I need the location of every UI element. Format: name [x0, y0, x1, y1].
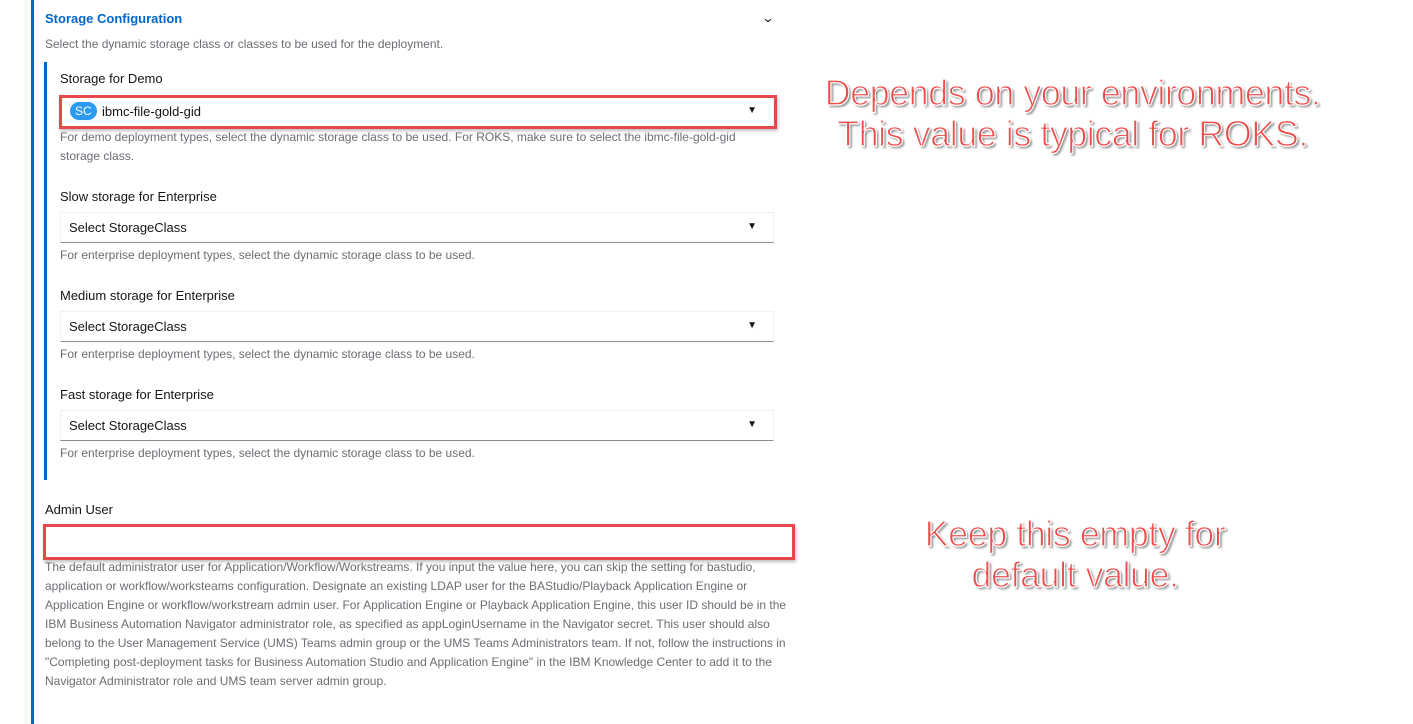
- caret-down-icon: ▼: [747, 320, 757, 331]
- annotation-admin-note: Keep this empty for default value.: [924, 512, 1226, 595]
- highlight-admin-user: [43, 524, 795, 560]
- fast-storage-select[interactable]: Select StorageClass ▼: [60, 410, 774, 441]
- storage-demo-helper: For demo deployment types, select the dy…: [60, 130, 736, 163]
- slow-storage-select[interactable]: Select StorageClass ▼: [60, 212, 774, 243]
- storage-configuration-description: Select the dynamic storage class or clas…: [45, 37, 444, 51]
- slow-storage-placeholder: Select StorageClass: [69, 220, 187, 235]
- annotation-storage-note: Depends on your environments. This value…: [824, 71, 1321, 154]
- admin-user-helper: The default administrator user for Appli…: [45, 560, 787, 688]
- section-left-border: [31, 0, 34, 724]
- medium-storage-select[interactable]: Select StorageClass ▼: [60, 311, 774, 342]
- slow-storage-label: Slow storage for Enterprise: [60, 189, 217, 204]
- fast-storage-label: Fast storage for Enterprise: [60, 387, 214, 402]
- medium-storage-placeholder: Select StorageClass: [69, 319, 187, 334]
- chevron-down-icon[interactable]: ⌄: [761, 11, 774, 25]
- fast-storage-placeholder: Select StorageClass: [69, 418, 187, 433]
- storage-demo-label: Storage for Demo: [60, 71, 163, 86]
- medium-storage-label: Medium storage for Enterprise: [60, 288, 235, 303]
- fast-storage-helper: For enterprise deployment types, select …: [60, 446, 475, 460]
- storage-configuration-title[interactable]: Storage Configuration: [45, 11, 182, 26]
- caret-down-icon: ▼: [747, 221, 757, 232]
- medium-storage-helper: For enterprise deployment types, select …: [60, 347, 475, 361]
- slow-storage-helper: For enterprise deployment types, select …: [60, 248, 475, 262]
- admin-user-label: Admin User: [45, 502, 113, 517]
- highlight-storage-demo: [59, 95, 777, 129]
- storage-group-border: [44, 62, 47, 480]
- caret-down-icon: ▼: [747, 419, 757, 430]
